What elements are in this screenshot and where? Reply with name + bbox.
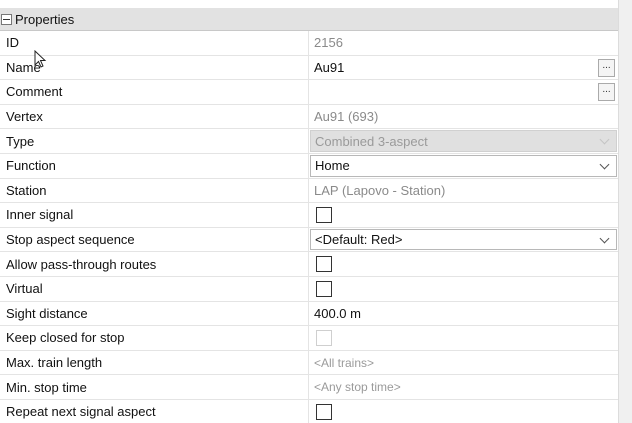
property-row-virtual: Virtual bbox=[0, 276, 618, 302]
chevron-down-icon bbox=[599, 134, 610, 145]
property-row-keep-closed: Keep closed for stop bbox=[0, 326, 618, 351]
station-value: LAP (Lapovo - Station) bbox=[314, 182, 446, 198]
property-label: Type bbox=[0, 129, 309, 153]
property-label: Vertex bbox=[0, 104, 309, 129]
property-row-stop-aspect-sequence: Stop aspect sequence <Default: Red> bbox=[0, 227, 618, 253]
property-label: Repeat next signal aspect bbox=[0, 399, 309, 423]
property-label: Comment bbox=[0, 80, 309, 104]
property-row-sight-distance: Sight distance 400.0 m bbox=[0, 301, 618, 327]
properties-section-header[interactable]: Properties bbox=[0, 8, 618, 31]
property-row-max-train-length: Max. train length <All trains> bbox=[0, 350, 618, 376]
sight-distance-field[interactable]: 400.0 m bbox=[309, 302, 618, 326]
repeat-next-signal-checkbox[interactable] bbox=[316, 403, 332, 420]
type-dropdown: Combined 3-aspect bbox=[310, 130, 617, 152]
property-row-vertex: Vertex Au91 (693) bbox=[0, 104, 618, 130]
chevron-down-icon[interactable] bbox=[599, 159, 610, 170]
min-stop-time-field[interactable]: <Any stop time> bbox=[309, 375, 618, 399]
id-value: 2156 bbox=[314, 35, 343, 51]
property-label: Max. train length bbox=[0, 350, 309, 375]
property-label: Min. stop time bbox=[0, 375, 309, 399]
property-row-id: ID 2156 bbox=[0, 31, 618, 56]
property-row-min-stop-time: Min. stop time <Any stop time> bbox=[0, 375, 618, 400]
property-row-repeat-next-signal-aspect: Repeat next signal aspect bbox=[0, 399, 618, 423]
function-value[interactable]: Home bbox=[315, 158, 350, 173]
name-field[interactable]: Au91 ... bbox=[309, 56, 618, 80]
function-dropdown[interactable]: Home bbox=[310, 154, 617, 177]
property-label: Name bbox=[0, 55, 309, 80]
allow-pass-through-checkbox[interactable] bbox=[316, 256, 332, 273]
comment-field[interactable]: ... bbox=[309, 80, 618, 104]
stop-aspect-sequence-value[interactable]: <Default: Red> bbox=[315, 232, 402, 247]
property-row-inner-signal: Inner signal bbox=[0, 203, 618, 228]
property-label: Inner signal bbox=[0, 203, 309, 227]
property-grid: ID 2156 Name Au91 ... Comment ... Vertex… bbox=[0, 31, 618, 423]
collapse-icon[interactable] bbox=[1, 13, 12, 25]
property-label: Sight distance bbox=[0, 301, 309, 326]
comment-ellipsis-button[interactable]: ... bbox=[598, 83, 615, 102]
name-value[interactable]: Au91 bbox=[314, 60, 344, 75]
vertex-value: Au91 (693) bbox=[314, 109, 379, 125]
name-ellipsis-button[interactable]: ... bbox=[598, 58, 615, 77]
property-row-station: Station LAP (Lapovo - Station) bbox=[0, 178, 618, 204]
property-label: Function bbox=[0, 153, 309, 178]
property-label: Station bbox=[0, 178, 309, 203]
chevron-down-icon[interactable] bbox=[599, 233, 610, 243]
property-label: Allow pass-through routes bbox=[0, 252, 309, 276]
property-row-function: Function Home bbox=[0, 153, 618, 179]
type-value: Combined 3-aspect bbox=[315, 133, 428, 149]
property-row-comment: Comment ... bbox=[0, 80, 618, 105]
property-row-allow-pass-through: Allow pass-through routes bbox=[0, 252, 618, 277]
property-label: Virtual bbox=[0, 276, 309, 301]
vertical-scrollbar[interactable] bbox=[618, 0, 632, 423]
max-train-length-field[interactable]: <All trains> bbox=[309, 351, 618, 375]
keep-closed-checkbox bbox=[316, 329, 332, 346]
property-row-type: Type Combined 3-aspect bbox=[0, 129, 618, 154]
stop-aspect-sequence-dropdown[interactable]: <Default: Red> bbox=[310, 228, 617, 251]
section-title: Properties bbox=[15, 11, 75, 27]
inner-signal-checkbox[interactable] bbox=[316, 206, 332, 223]
property-row-name: Name Au91 ... bbox=[0, 55, 618, 81]
properties-panel: Properties ID 2156 Name Au91 ... Comment… bbox=[0, 0, 618, 423]
property-label: Stop aspect sequence bbox=[0, 227, 309, 252]
property-label: Keep closed for stop bbox=[0, 326, 309, 350]
virtual-checkbox[interactable] bbox=[316, 280, 332, 297]
property-label: ID bbox=[0, 31, 309, 55]
